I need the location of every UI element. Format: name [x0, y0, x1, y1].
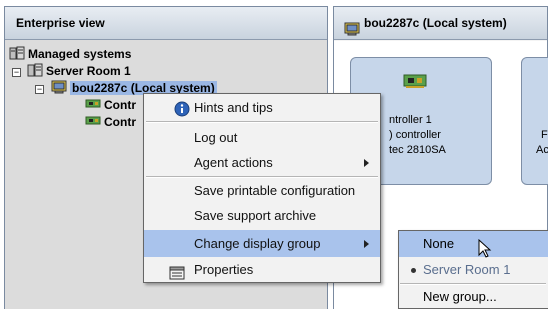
controller-card-icon	[85, 97, 101, 111]
submenu-arrow-icon	[364, 240, 369, 248]
menu-item-save-support-archive[interactable]: Save support archive	[144, 202, 380, 229]
card-text-line: ) controller	[389, 129, 441, 141]
menu-item-label: Save support archive	[194, 208, 317, 223]
menu-item-label: Agent actions	[194, 155, 273, 170]
tree-item-label: Contr	[104, 115, 136, 129]
display-group-submenu: None Server Room 1 New group...	[398, 230, 548, 309]
controller-card-icon	[85, 114, 101, 128]
controller-card[interactable]	[521, 57, 548, 185]
collapse-toggle[interactable]: −	[12, 68, 21, 77]
tree-item-controller-2[interactable]: Contr	[85, 114, 136, 130]
tree-item-label: Contr	[104, 98, 136, 112]
menu-item-label: Properties	[194, 262, 254, 277]
menu-item-label: Change display group	[194, 236, 321, 251]
menu-item-hints-and-tips[interactable]: Hints and tips	[144, 94, 380, 121]
tree-item-server-room[interactable]: Server Room 1	[27, 63, 131, 79]
menu-item-label: Hints and tips	[194, 100, 273, 115]
enterprise-view-header: Enterprise view	[5, 7, 327, 40]
computer-icon	[51, 80, 67, 94]
submenu-item-server-room-1[interactable]: Server Room 1	[399, 257, 548, 283]
tree-item-controller-1[interactable]: Contr	[85, 97, 136, 113]
submenu-item-label: New group...	[423, 289, 497, 304]
tree-item-label: Server Room 1	[46, 64, 131, 78]
menu-item-label: Save printable configuration	[194, 183, 356, 198]
selected-bullet-icon	[411, 268, 416, 273]
menu-item-properties[interactable]: Properties	[144, 256, 380, 283]
card-text-line: F	[541, 129, 548, 141]
computer-icon	[344, 16, 360, 39]
system-detail-title: bou2287c (Local system)	[364, 16, 507, 30]
menu-separator	[146, 121, 378, 123]
card-text-line: Ac	[536, 144, 548, 156]
system-detail-header: bou2287c (Local system)	[334, 7, 547, 40]
menu-item-change-display-group[interactable]: Change display group	[144, 230, 380, 257]
card-text-line: ntroller 1	[389, 114, 432, 126]
submenu-item-new-group[interactable]: New group...	[399, 284, 548, 309]
menu-item-save-printable-configuration[interactable]: Save printable configuration	[144, 177, 380, 204]
managed-systems-icon	[9, 46, 25, 60]
menu-item-log-out[interactable]: Log out	[144, 124, 380, 151]
submenu-item-none[interactable]: None	[399, 231, 548, 257]
context-menu: Hints and tips Log out Agent actions Sav…	[143, 93, 381, 283]
submenu-item-label: Server Room 1	[423, 262, 511, 277]
submenu-item-label: None	[423, 236, 455, 251]
collapse-toggle[interactable]: −	[35, 85, 44, 94]
tree-item-label: Managed systems	[28, 47, 132, 61]
server-room-icon	[27, 63, 43, 77]
tree-item-managed-systems[interactable]: Managed systems	[9, 46, 131, 62]
mouse-cursor-icon	[478, 238, 492, 262]
submenu-arrow-icon	[364, 159, 369, 167]
properties-icon	[169, 262, 185, 289]
controller-card-icon	[403, 72, 427, 93]
card-text-line: tec 2810SA	[389, 144, 446, 156]
menu-item-label: Log out	[194, 130, 238, 145]
menu-item-agent-actions[interactable]: Agent actions	[144, 149, 380, 176]
